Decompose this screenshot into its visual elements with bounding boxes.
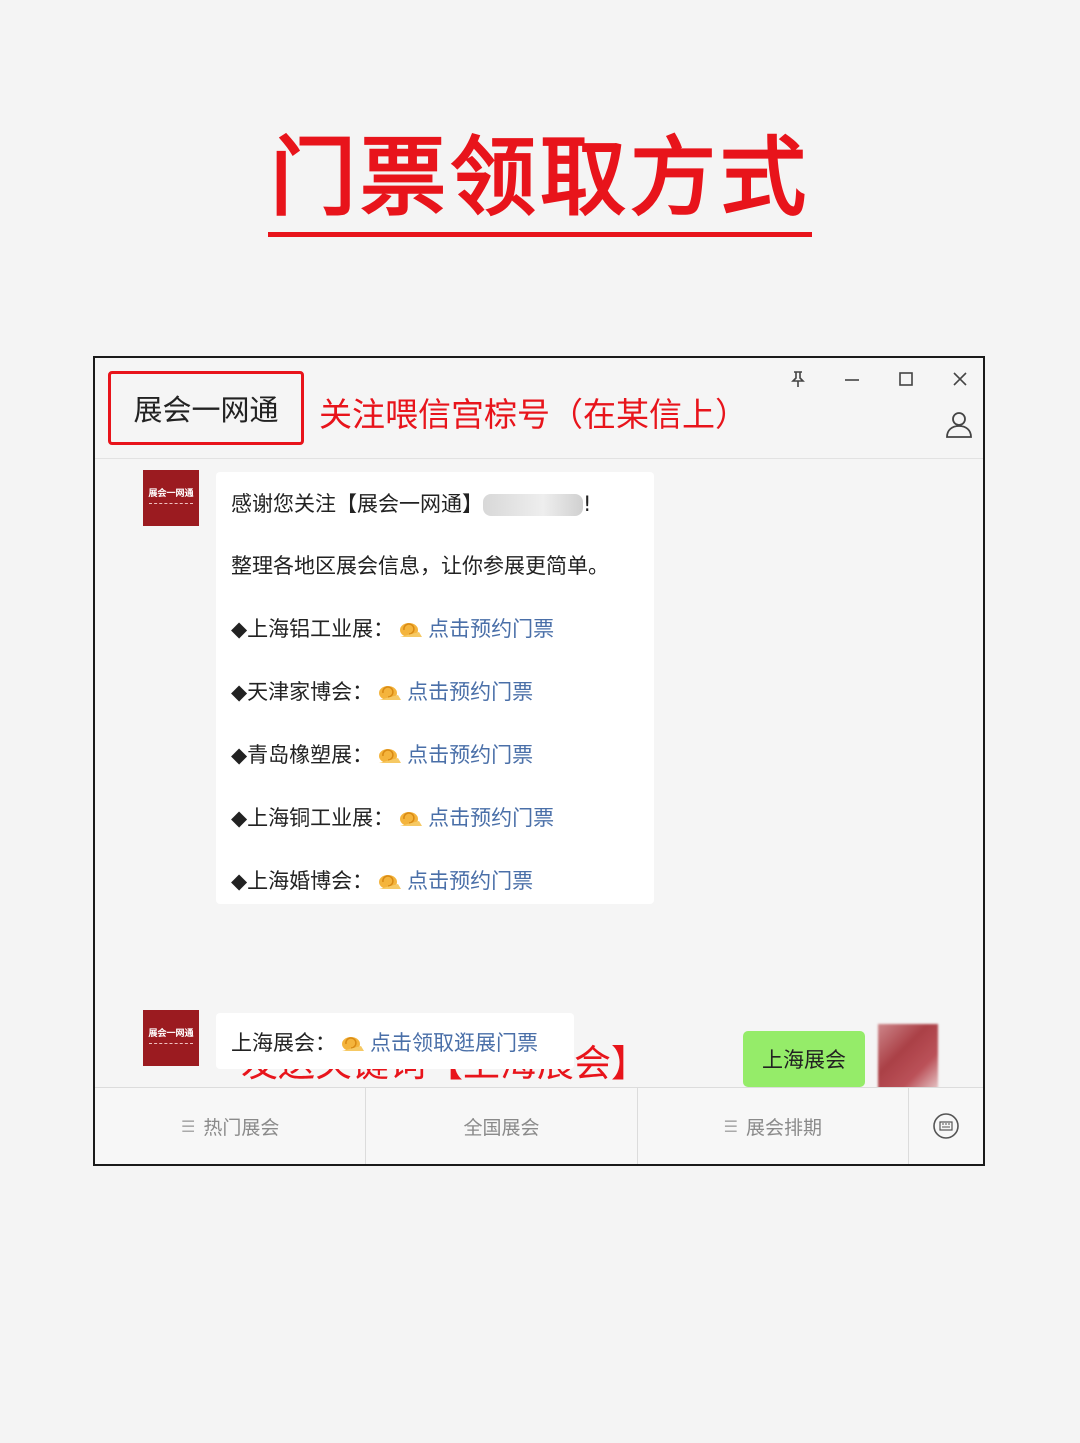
maximize-icon[interactable] (891, 364, 921, 394)
official-account-avatar: 展会一网通 (143, 470, 199, 526)
reserve-ticket-link[interactable]: 点击预约门票 (428, 806, 554, 830)
tab-label: 展会排期 (745, 1116, 822, 1139)
reply-line: 上海展会： 点击领取逛展门票 (231, 1027, 538, 1057)
message-area: 展会一网通 感谢您关注【展会一网通】! 整理各地区展会信息，让你参展更简单。 ◆… (95, 458, 983, 1128)
account-note: 关注喂信宫棕号（在某信上） (319, 395, 748, 434)
reserve-ticket-link[interactable]: 点击预约门票 (428, 617, 554, 641)
snail-icon (400, 812, 423, 826)
tab-label: 热门展会 (203, 1116, 280, 1139)
greeting-suffix: ! (583, 492, 592, 516)
avatar-label: 展会一网通 (148, 489, 194, 499)
snail-icon (379, 686, 402, 700)
avatar-decoration (149, 503, 193, 507)
pin-icon[interactable] (783, 364, 813, 394)
greeting-prefix: 感谢您关注【展会一网通】 (231, 492, 483, 516)
minimize-icon[interactable] (837, 364, 867, 394)
tab-national-expos[interactable]: 全国展会 (366, 1088, 638, 1164)
avatar-decoration (149, 1043, 193, 1047)
snail-icon (342, 1037, 364, 1051)
claim-ticket-link[interactable]: 点击领取逛展门票 (370, 1031, 538, 1055)
list-item: ◆天津家博会： 点击预约门票 (231, 676, 533, 706)
intro-line: 整理各地区展会信息，让你参展更简单。 (231, 554, 609, 578)
close-icon[interactable] (945, 364, 975, 394)
list-item: ◆上海铝工业展： 点击预约门票 (231, 613, 554, 643)
avatar-label: 展会一网通 (148, 1029, 194, 1039)
page-headline: 门票领取方式 (0, 130, 1080, 237)
account-name-box: 展会一网通 (108, 371, 304, 445)
item-name: ◆上海铜工业展： (231, 806, 395, 830)
chat-window: 展会一网通 关注喂信宫棕号（在某信上） 展会一网通 感谢您关注【展会一网通】! … (93, 356, 985, 1166)
user-avatar (878, 1024, 938, 1090)
reply-message-bubble: 上海展会： 点击领取逛展门票 (216, 1013, 574, 1069)
menu-icon: ☰ (180, 1116, 196, 1136)
official-account-avatar: 展会一网通 (143, 1010, 199, 1066)
item-name: ◆上海婚博会： (231, 869, 374, 893)
item-name: ◆青岛橡塑展： (231, 743, 374, 767)
tab-hot-expos[interactable]: ☰ 热门展会 (95, 1088, 367, 1164)
menu-icon: ☰ (723, 1116, 738, 1136)
reply-prefix: 上海展会： (231, 1031, 336, 1055)
user-icon[interactable] (941, 404, 977, 440)
user-message-bubble: 上海展会 (743, 1031, 865, 1087)
tab-label: 全国展会 (463, 1116, 540, 1139)
keyboard-toggle[interactable] (909, 1088, 983, 1164)
reserve-ticket-link[interactable]: 点击预约门票 (407, 680, 533, 704)
list-item: ◆青岛橡塑展： 点击预约门票 (231, 739, 533, 769)
snail-icon (400, 623, 423, 637)
snail-icon (379, 749, 402, 763)
account-name: 展会一网通 (133, 393, 279, 427)
redacted-text (483, 494, 583, 516)
greeting-line: 感谢您关注【展会一网通】! (231, 488, 591, 518)
reserve-ticket-link[interactable]: 点击预约门票 (407, 743, 533, 767)
list-item: ◆上海婚博会： 点击预约门票 (231, 865, 533, 895)
item-name: ◆天津家博会： (231, 680, 374, 704)
tab-expo-schedule[interactable]: ☰ 展会排期 (638, 1088, 909, 1164)
headline-text: 门票领取方式 (268, 130, 812, 237)
snail-icon (379, 875, 402, 889)
bottom-menu-bar: ☰ 热门展会 全国展会 ☰ 展会排期 (95, 1087, 983, 1164)
item-name: ◆上海铝工业展： (231, 617, 395, 641)
welcome-message-bubble: 感谢您关注【展会一网通】! 整理各地区展会信息，让你参展更简单。 ◆上海铝工业展… (216, 472, 654, 904)
reserve-ticket-link[interactable]: 点击预约门票 (407, 869, 533, 893)
list-item: ◆上海铜工业展： 点击预约门票 (231, 802, 554, 832)
user-message-text: 上海展会 (762, 1048, 846, 1072)
keyboard-icon (933, 1113, 959, 1139)
title-bar: 展会一网通 关注喂信宫棕号（在某信上） (95, 358, 983, 459)
